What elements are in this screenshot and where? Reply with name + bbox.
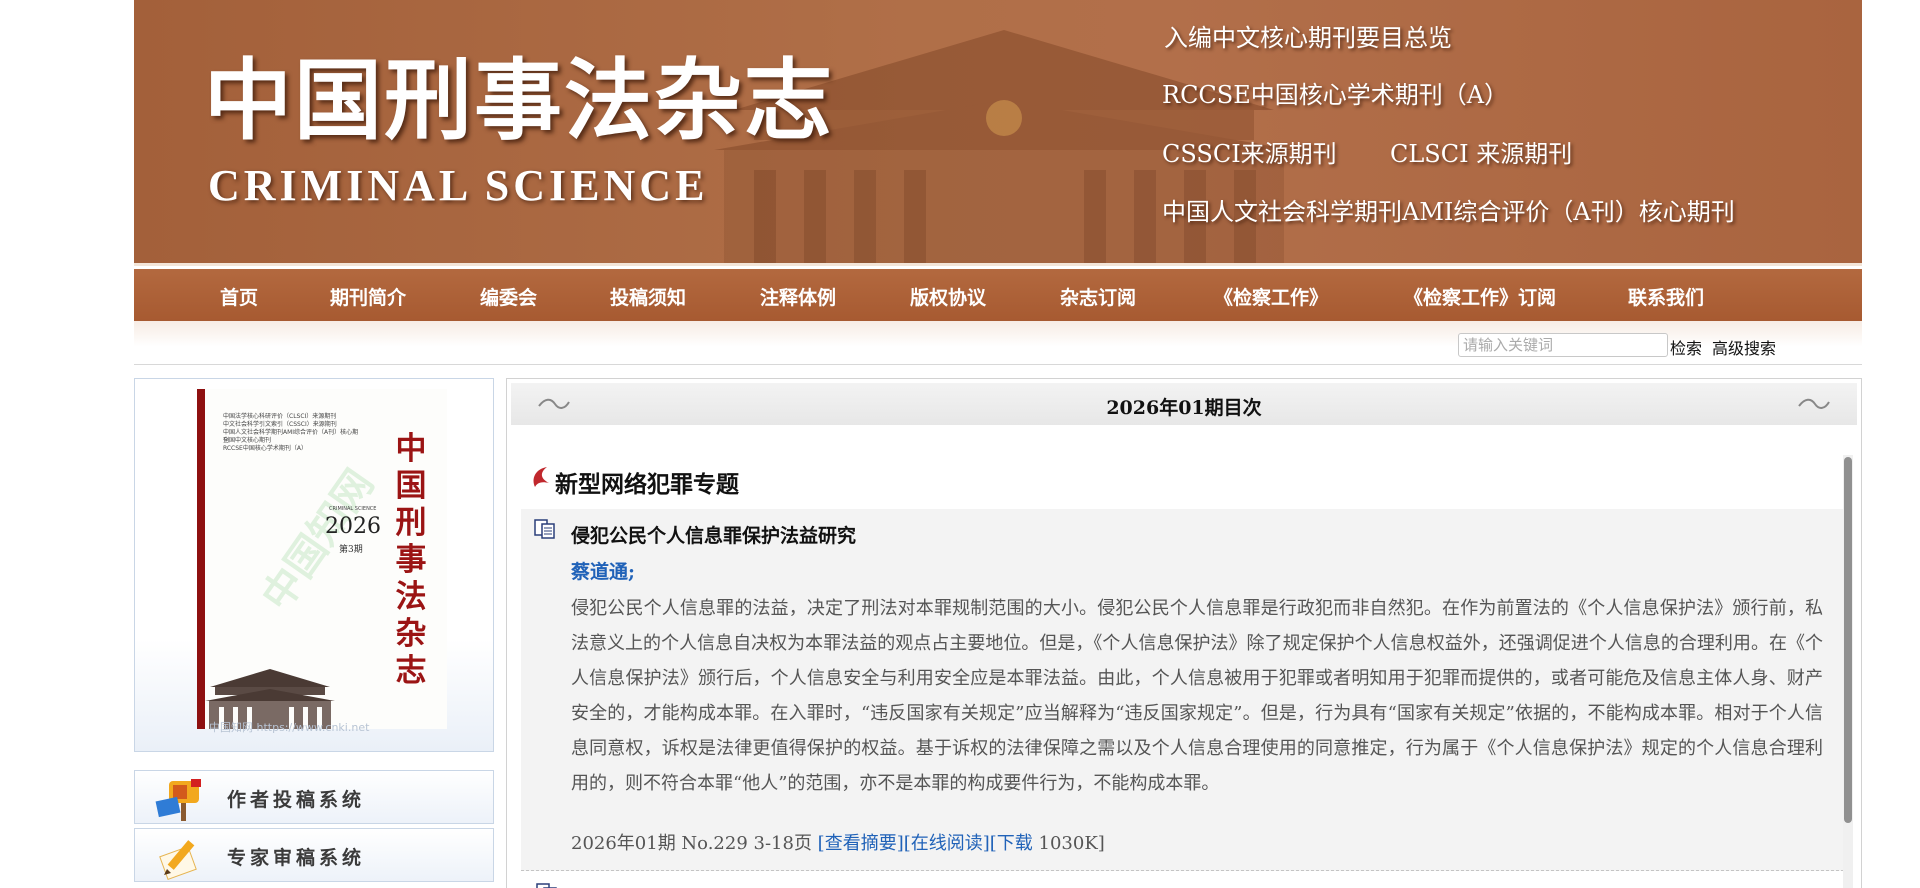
mailbox-icon [155, 779, 201, 821]
next-article-entry-partial [535, 883, 1135, 888]
nav-home[interactable]: 首页 [220, 283, 258, 310]
issue-header: 2026年01期目次 [511, 383, 1857, 425]
table-of-contents-panel: 2026年01期目次 新型网络犯罪专题 侵犯公民个人信息罪保护法益研究 蔡道通;… [506, 378, 1862, 888]
content-scrollbar[interactable] [1843, 455, 1853, 888]
page-wrapper: 中国刑事法杂志 CRIMINAL SCIENCE 入编中文核心期刊要目总览 RC… [134, 0, 1862, 888]
section-bullet-icon [533, 467, 549, 487]
nav-journal-intro[interactable]: 期刊简介 [330, 283, 406, 310]
document-icon [536, 883, 557, 888]
cover-year: 2026 [325, 514, 381, 539]
cover-title: 中国刑事法杂志 [395, 431, 427, 689]
article-entry: 侵犯公民个人信息罪保护法益研究 蔡道通; 侵犯公民个人信息罪的法益，决定了刑法对… [521, 509, 1849, 871]
nav-citation-style[interactable]: 注释体例 [760, 283, 836, 310]
author-system-label: 作者投稿系统 [227, 789, 366, 811]
tagline-rccse: RCCSE中国核心学术期刊（A） [1162, 81, 1509, 109]
section-title: 新型网络犯罪专题 [555, 471, 739, 498]
file-size: 1030K] [1032, 833, 1105, 854]
cover-issue: 第3期 [339, 545, 363, 555]
advanced-search-button[interactable]: 高级搜索 [1712, 335, 1776, 359]
cover-small-line: 中文社会科学引文索引（CSSCI）来源期刊 [223, 421, 337, 428]
nav-contact-us[interactable]: 联系我们 [1628, 283, 1704, 310]
nav-editorial-board[interactable]: 编委会 [480, 283, 537, 310]
author-submission-system-button[interactable]: 作者投稿系统 [134, 770, 494, 824]
scrollbar-thumb[interactable] [1844, 457, 1852, 823]
expert-review-system-button[interactable]: 专家审稿系统 [134, 828, 494, 882]
site-title-english: CRIMINAL SCIENCE [208, 161, 709, 210]
article-meta: 2026年01期 No.229 3-18页 [查看摘要][在线阅读][下载 10… [571, 829, 1105, 855]
expert-system-label: 专家审稿系统 [227, 847, 366, 869]
issue-title: 2026年01期目次 [1106, 397, 1262, 419]
journal-cover-image[interactable]: 中国法学核心科研评价（CLSCI）来源期刊 中文社会科学引文索引（CSSCI）来… [197, 389, 447, 729]
document-icon [534, 519, 555, 539]
article-abstract: 侵犯公民个人信息罪的法益，决定了刑法对本罪规制范围的大小。侵犯公民个人信息罪是行… [571, 598, 1823, 794]
read-online-link[interactable]: [在线阅读] [904, 833, 990, 854]
swirl-ornament-right-icon [1798, 398, 1830, 409]
article-title-link[interactable]: 侵犯公民个人信息罪保护法益研究 [571, 521, 856, 548]
tagline-core-journal: 入编中文核心期刊要目总览 [1164, 24, 1452, 52]
nav-procuratorial-work[interactable]: 《检察工作》 [1214, 283, 1328, 310]
search-input[interactable] [1458, 333, 1668, 357]
main-nav: 首页 期刊简介 编委会 投稿须知 注释体例 版权协议 杂志订阅 《检察工作》 《… [134, 269, 1862, 321]
nav-subscribe[interactable]: 杂志订阅 [1060, 283, 1136, 310]
article-issue-info: 2026年01期 No.229 3-18页 [571, 833, 818, 854]
nav-procuratorial-work-subscribe[interactable]: 《检察工作》订阅 [1404, 283, 1556, 310]
nav-copyright[interactable]: 版权协议 [910, 283, 986, 310]
cover-small-line: 中国法学核心科研评价（CLSCI）来源期刊 [223, 413, 337, 420]
article-author-link[interactable]: 蔡道通; [571, 557, 635, 584]
site-title-chinese: 中国刑事法杂志 [204, 48, 835, 152]
download-link[interactable]: [下载 [990, 833, 1033, 854]
nav-submission-guide[interactable]: 投稿须知 [610, 283, 686, 310]
cnki-watermark: 中国知网 https://www.cnki.net [209, 721, 370, 734]
tagline-ami: 中国人文社会科学期刊AMI综合评价（A刊）核心期刊 [1162, 198, 1735, 226]
cover-english-title: CRIMINAL SCIENCE [329, 506, 377, 512]
search-button[interactable]: 检索 [1670, 335, 1702, 359]
cover-small-line: 全国中文核心期刊 [223, 437, 272, 444]
search-bar: 检索 高级搜索 [134, 321, 1862, 365]
cover-small-line: RCCSE中国核心学术期刊（A） [223, 445, 307, 452]
header-banner: 中国刑事法杂志 CRIMINAL SCIENCE 入编中文核心期刊要目总览 RC… [134, 0, 1862, 266]
pencil-paper-icon [159, 840, 197, 881]
tagline-cssci: CSSCI来源期刊 [1162, 140, 1337, 168]
tagline-clsci: CLSCI 来源期刊 [1390, 140, 1573, 168]
view-abstract-link[interactable]: [查看摘要] [818, 833, 904, 854]
journal-cover-box: 中国法学核心科研评价（CLSCI）来源期刊 中文社会科学引文索引（CSSCI）来… [134, 378, 494, 752]
